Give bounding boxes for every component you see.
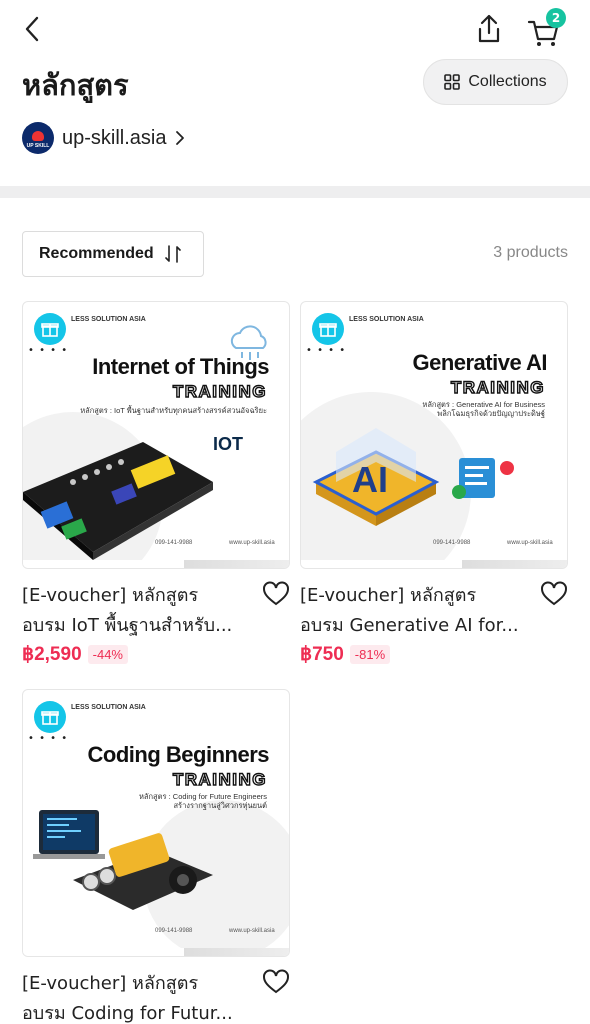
price: ฿2,590 <box>22 644 82 665</box>
price: ฿750 <box>300 644 344 665</box>
cart-button[interactable]: 2 <box>526 8 566 46</box>
thumb-training: TRAINING <box>172 381 267 401</box>
collections-label: Collections <box>468 73 547 90</box>
share-icon <box>478 14 500 43</box>
product-title: [E-voucher] หลักสูตร อบรม Coding for Fut… <box>22 973 233 1024</box>
sort-icon <box>164 245 181 263</box>
chevron-right-icon <box>176 131 185 145</box>
thumb-title: Internet of Things <box>92 354 269 379</box>
chat-illustration <box>452 458 514 499</box>
shop-name: up-skill.asia <box>62 126 167 149</box>
thumb-subtitle: หลักสูตร : IoT พื้นฐานสำหรับทุกคนสร้างสร… <box>80 406 267 415</box>
favorite-button[interactable] <box>262 969 290 997</box>
sort-button[interactable]: Recommended <box>22 231 204 277</box>
gift-icon <box>34 701 66 733</box>
price-row: ฿2,590 -44% <box>22 643 290 666</box>
cart-count-badge: 2 <box>546 8 566 28</box>
section-divider <box>0 186 590 198</box>
product-thumbnail[interactable]: LESS SOLUTION ASIA • • • • Coding Beginn… <box>22 689 290 957</box>
top-bar: 2 <box>0 0 590 60</box>
collections-button[interactable]: Collections <box>423 59 568 105</box>
thumb-phone: 099-141-9988 <box>155 928 193 934</box>
thumb-training: TRAINING <box>172 769 267 789</box>
favorite-button[interactable] <box>540 581 568 609</box>
heart-icon <box>263 969 289 994</box>
product-title: [E-voucher] หลักสูตร อบรม IoT พื้นฐานสำห… <box>22 585 233 636</box>
sort-label: Recommended <box>39 245 154 262</box>
product-card[interactable]: LESS SOLUTION ASIA • • • • Coding Beginn… <box>22 689 290 1024</box>
product-thumbnail[interactable]: LESS SOLUTION ASIA • • • • Generative AI… <box>300 301 568 569</box>
product-card[interactable]: LESS SOLUTION ASIA • • • • Generative AI… <box>300 301 568 666</box>
heart-icon <box>541 581 567 606</box>
product-title: [E-voucher] หลักสูตร อบรม Generative AI … <box>300 585 519 636</box>
gift-icon <box>34 313 66 345</box>
product-card[interactable]: LESS SOLUTION ASIA • • • • Internet of T… <box>22 301 290 666</box>
avatar-text: UP SKILL <box>26 143 50 149</box>
thumb-phone: 099-141-9988 <box>433 540 471 546</box>
discount-badge: -44% <box>87 645 128 664</box>
discount-badge: -81% <box>349 645 391 664</box>
shop-link[interactable]: UP SKILL up-skill.asia <box>22 120 186 156</box>
thumb-brand: LESS SOLUTION ASIA <box>71 704 146 711</box>
circuit-board-image <box>23 442 213 560</box>
thumb-brand: LESS SOLUTION ASIA <box>71 316 146 323</box>
thumb-site: www.up-skill.asia <box>507 540 553 546</box>
robot-car-image <box>33 810 213 910</box>
ai-chip-image: AI <box>312 428 440 526</box>
thumb-title: Generative AI <box>412 350 547 375</box>
thumb-site: www.up-skill.asia <box>229 928 275 934</box>
heart-icon <box>263 581 289 606</box>
price-row: ฿750 -81% <box>300 643 568 666</box>
product-count: 3 products <box>493 244 568 261</box>
thumb-site: www.up-skill.asia <box>229 540 275 546</box>
thumb-phone: 099-141-9988 <box>155 540 193 546</box>
favorite-button[interactable] <box>262 581 290 609</box>
gift-icon <box>312 313 344 345</box>
page-title: หลักสูตร <box>22 68 129 102</box>
avatar: UP SKILL <box>22 122 54 154</box>
thumb-subtitle: หลักสูตร : Coding for Future Engineers ส… <box>138 792 267 810</box>
ai-tag: AI <box>352 459 388 500</box>
thumb-brand: LESS SOLUTION ASIA <box>349 316 424 323</box>
share-button[interactable] <box>474 12 506 46</box>
back-button[interactable] <box>22 12 54 46</box>
product-thumbnail[interactable]: LESS SOLUTION ASIA • • • • Internet of T… <box>22 301 290 569</box>
thumb-training: TRAINING <box>450 377 545 397</box>
chevron-left-icon <box>25 16 39 42</box>
grid-icon <box>444 74 461 90</box>
thumb-title: Coding Beginners <box>87 742 270 767</box>
thumb-subtitle: หลักสูตร : Generative AI for Business พล… <box>422 400 545 418</box>
